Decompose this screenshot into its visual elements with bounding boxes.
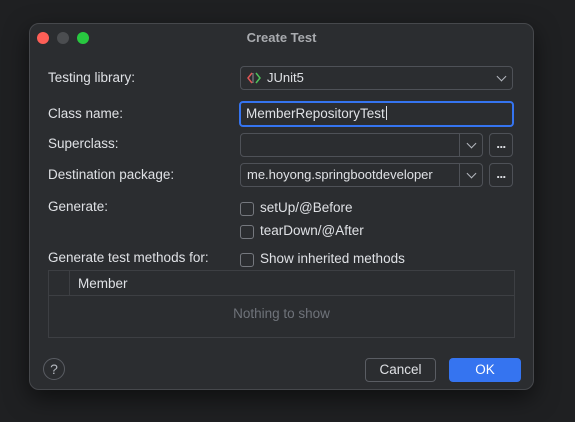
generate-label: Generate: — [48, 199, 109, 214]
destination-package-browse-button[interactable]: ... — [489, 163, 513, 187]
destination-package-combo[interactable]: me.hoyong.springbootdeveloper — [240, 163, 483, 187]
superclass-label: Superclass: — [48, 136, 119, 151]
table-header: Member — [49, 271, 514, 296]
destination-package-label: Destination package: — [48, 167, 175, 182]
testing-library-dropdown[interactable]: JUnit5 — [240, 66, 513, 90]
testing-library-label: Testing library: — [48, 70, 136, 85]
teardown-after-label: tearDown/@After — [260, 223, 364, 238]
junit-icon — [247, 71, 261, 85]
superclass-combo[interactable] — [240, 133, 483, 157]
dialog-title: Create Test — [246, 30, 317, 45]
members-table[interactable]: Member Nothing to show — [48, 270, 515, 338]
text-caret — [385, 106, 387, 120]
create-test-dialog: Create Test Testing library: JUnit5 Clas… — [29, 23, 534, 390]
chevron-down-icon — [496, 71, 507, 82]
setup-before-label: setUp/@Before — [260, 200, 353, 215]
chevron-down-icon — [466, 168, 477, 179]
checkbox-column-header[interactable] — [49, 271, 70, 295]
destination-package-value: me.hoyong.springbootdeveloper — [247, 167, 433, 182]
class-name-input[interactable]: MemberRepositoryTest — [239, 101, 514, 127]
member-column-header[interactable]: Member — [78, 276, 128, 291]
testing-library-value: JUnit5 — [267, 70, 304, 85]
generate-methods-label: Generate test methods for: — [48, 250, 209, 265]
cancel-button[interactable]: Cancel — [365, 358, 436, 382]
class-name-label: Class name: — [48, 106, 124, 121]
superclass-browse-button[interactable]: ... — [489, 133, 513, 157]
class-name-value: MemberRepositoryTest — [246, 106, 385, 121]
title-bar: Create Test — [30, 24, 533, 52]
help-button[interactable]: ? — [43, 358, 65, 380]
ok-button[interactable]: OK — [449, 358, 521, 382]
show-inherited-label: Show inherited methods — [260, 251, 405, 266]
empty-state-text: Nothing to show — [233, 306, 330, 321]
chevron-down-icon — [466, 138, 477, 149]
